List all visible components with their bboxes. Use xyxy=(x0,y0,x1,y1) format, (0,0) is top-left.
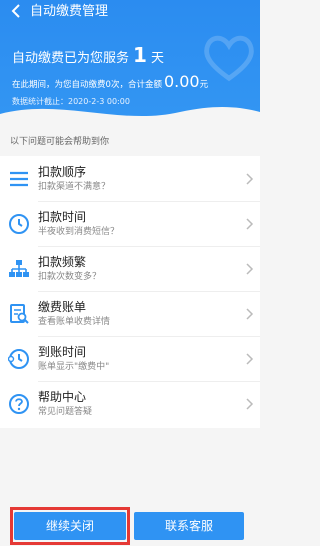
help-item-sub: 扣款次数变多？ xyxy=(38,272,102,282)
service-duration: 自动缴费已为您服务 1 天 xyxy=(12,43,164,68)
divider xyxy=(38,246,260,247)
help-item-sub: 常见问题答疑 xyxy=(38,407,93,417)
page-title: 自动缴费管理 xyxy=(30,4,109,19)
help-item-frequent-deduction[interactable]: 扣款频繁 扣款次数变多？ xyxy=(0,248,260,290)
total-amount: 0.00 xyxy=(163,72,200,91)
amount-unit: 元 xyxy=(199,80,209,90)
help-item-arrival-time[interactable]: 到账时间 账单显示"缴费中" xyxy=(0,338,260,380)
service-suffix: 天 xyxy=(150,51,164,66)
help-item-label: 扣款顺序 xyxy=(38,165,87,179)
bottom-action-bar: 继续关闭 联系客服 xyxy=(0,502,260,546)
amount-mid: 次，合计金额 xyxy=(110,80,162,90)
contact-service-button[interactable]: 联系客服 xyxy=(134,512,244,540)
help-item-sub: 扣款渠道不满意？ xyxy=(38,182,111,192)
back-arrow-icon[interactable] xyxy=(8,3,24,19)
question-icon xyxy=(9,394,29,414)
bill-search-icon xyxy=(10,304,29,324)
hierarchy-icon xyxy=(9,260,29,277)
header-wave xyxy=(0,106,260,124)
divider xyxy=(38,336,260,337)
help-list: 扣款顺序 扣款渠道不满意？ 扣款时间 半夜收到消费短信？ 扣款频繁 扣款次数变多… xyxy=(0,156,260,428)
help-item-deduction-time[interactable]: 扣款时间 半夜收到消费短信？ xyxy=(0,203,260,245)
divider xyxy=(38,381,260,382)
help-item-label: 帮助中心 xyxy=(38,390,87,404)
chevron-right-icon xyxy=(246,173,254,185)
help-item-sub: 查看账单收费详情 xyxy=(38,317,111,327)
continue-close-button[interactable]: 继续关闭 xyxy=(14,512,126,540)
help-section-title: 以下问题可能会帮助到你 xyxy=(10,137,110,147)
top-bar: 自动缴费管理 xyxy=(0,0,260,26)
help-item-payment-bill[interactable]: 缴费账单 查看账单收费详情 xyxy=(0,293,260,335)
payment-summary: 在此期间，为您自动缴费0次，合计金额 0.00元 xyxy=(12,74,209,91)
chevron-right-icon xyxy=(246,263,254,275)
service-prefix: 自动缴费已为您服务 xyxy=(12,51,130,66)
help-item-label: 扣款频繁 xyxy=(38,255,87,269)
help-item-label: 缴费账单 xyxy=(38,300,87,314)
divider xyxy=(38,201,260,202)
chevron-right-icon xyxy=(246,308,254,320)
chevron-right-icon xyxy=(246,398,254,410)
help-item-label: 到账时间 xyxy=(38,345,87,359)
amount-prefix: 在此期间，为您自动缴费 xyxy=(12,80,106,90)
chevron-right-icon xyxy=(246,218,254,230)
clock-alert-icon xyxy=(8,349,29,369)
summary-header: 自动缴费管理 自动缴费已为您服务 1 天 在此期间，为您自动缴费0次，合计金额 0.0… xyxy=(0,0,260,124)
help-item-deduction-order[interactable]: 扣款顺序 扣款渠道不满意？ xyxy=(0,158,260,200)
help-item-label: 扣款时间 xyxy=(38,210,87,224)
chevron-right-icon xyxy=(246,353,254,365)
service-days: 1 xyxy=(133,43,147,67)
divider xyxy=(38,291,260,292)
help-item-sub: 半夜收到消费短信？ xyxy=(38,227,120,237)
clock-icon xyxy=(9,214,29,234)
list-icon xyxy=(10,171,28,187)
heart-decoration-icon xyxy=(204,35,254,82)
help-item-sub: 账单显示"缴费中" xyxy=(38,362,110,372)
help-item-help-center[interactable]: 帮助中心 常见问题答疑 xyxy=(0,383,260,425)
